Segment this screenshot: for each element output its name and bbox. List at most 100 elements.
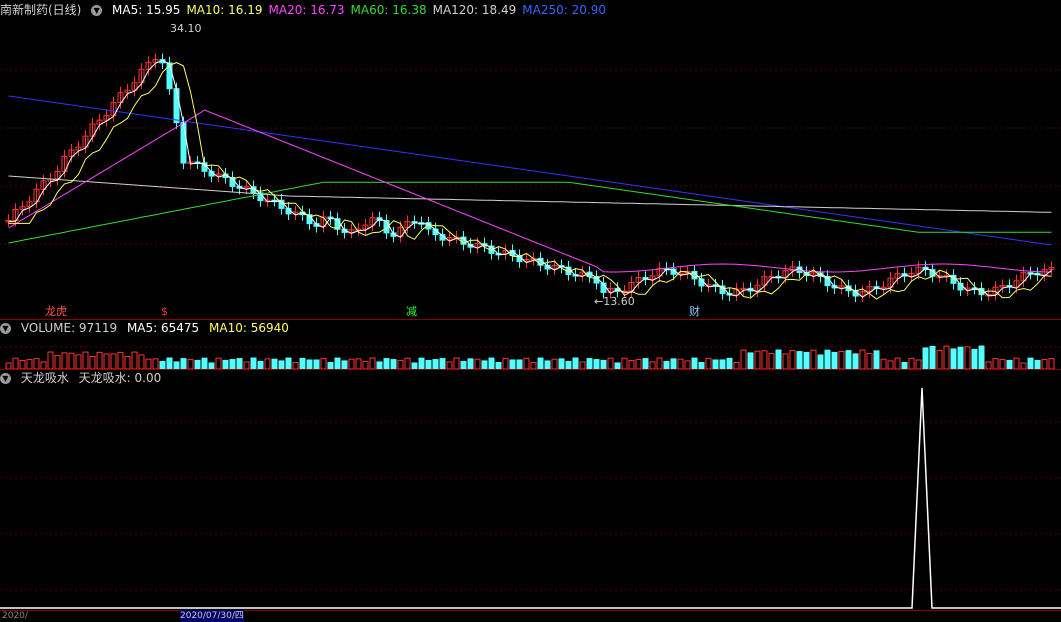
indicator-line bbox=[0, 387, 1061, 609]
volume-bar bbox=[677, 358, 684, 369]
collapse-volume-icon[interactable]: ▼ bbox=[0, 323, 11, 334]
volume-bar bbox=[243, 361, 250, 369]
candle-body bbox=[173, 88, 180, 124]
volume-bar bbox=[306, 359, 313, 369]
volume-bar bbox=[747, 352, 754, 369]
volume-bar bbox=[54, 354, 61, 369]
ma-legend-item: MA120: 18.49 bbox=[432, 3, 517, 17]
volume-bar bbox=[61, 352, 68, 369]
volume-bar bbox=[894, 357, 901, 369]
ma60-line bbox=[8, 181, 1052, 244]
volume-bar bbox=[47, 351, 54, 369]
volume-bar bbox=[404, 357, 411, 369]
volume-bar bbox=[12, 357, 19, 369]
volume-bar bbox=[215, 357, 222, 369]
volume-bar bbox=[138, 354, 145, 369]
volume-bar bbox=[299, 357, 306, 369]
volume-bar bbox=[19, 359, 26, 369]
volume-bar bbox=[999, 359, 1006, 369]
volume-bar bbox=[285, 357, 292, 369]
volume-bar bbox=[75, 354, 82, 369]
volume-bar bbox=[502, 357, 509, 369]
volume-bar bbox=[26, 359, 33, 369]
volume-bar bbox=[257, 360, 264, 369]
volume-bar bbox=[509, 359, 516, 369]
volume-bar bbox=[82, 351, 89, 369]
indicator-panel-header: ▼ 天龙吸水 天龙吸水: 0.00 bbox=[0, 370, 167, 386]
volume-bar bbox=[320, 357, 327, 369]
volume-bar bbox=[523, 357, 530, 369]
volume-bar bbox=[1006, 359, 1013, 369]
volume-bar bbox=[166, 357, 173, 369]
volume-bar bbox=[33, 358, 40, 369]
volume-bar bbox=[782, 353, 789, 369]
volume-bar bbox=[754, 350, 761, 369]
volume-bar bbox=[824, 349, 831, 369]
collapse-panel-icon[interactable]: ▼ bbox=[91, 5, 103, 16]
volume-bar bbox=[383, 358, 390, 369]
volume-bar bbox=[887, 360, 894, 369]
volume-bar bbox=[194, 359, 201, 369]
volume-bar bbox=[880, 358, 887, 369]
volume-bar bbox=[663, 360, 670, 369]
ma-legend-item: MA5: 15.95 bbox=[112, 3, 181, 17]
ma250-line bbox=[8, 95, 1052, 246]
indicator-value: 天龙吸水: 0.00 bbox=[78, 371, 162, 385]
volume-bar bbox=[236, 358, 243, 369]
volume-bar bbox=[859, 349, 866, 369]
volume-bar bbox=[159, 360, 166, 369]
volume-bar bbox=[572, 357, 579, 369]
volume-bar bbox=[607, 357, 614, 369]
volume-bar bbox=[719, 359, 726, 369]
volume-bar bbox=[68, 352, 75, 369]
volume-bar bbox=[642, 358, 649, 369]
volume-bar bbox=[852, 353, 859, 369]
volume-bar bbox=[313, 359, 320, 369]
volume-bar bbox=[460, 360, 467, 369]
ma20-line bbox=[8, 109, 1052, 273]
volume-bar bbox=[481, 360, 488, 369]
volume-bar bbox=[551, 358, 558, 369]
volume-bar bbox=[775, 349, 782, 369]
volume-bar bbox=[278, 360, 285, 369]
volume-bar bbox=[768, 352, 775, 369]
ma-legend-item: MA10: 16.19 bbox=[186, 3, 263, 17]
volume-bar bbox=[439, 358, 446, 369]
volume-bar bbox=[425, 359, 432, 369]
indicator-chart[interactable] bbox=[0, 386, 1061, 610]
volume-bar bbox=[474, 358, 481, 369]
low-price-label: ←13.60 bbox=[594, 295, 635, 308]
volume-bar bbox=[1027, 357, 1034, 369]
volume-bar bbox=[922, 347, 929, 369]
ma-legend-item: MA20: 16.73 bbox=[268, 3, 345, 17]
volume-bar bbox=[362, 360, 369, 369]
volume-bar bbox=[628, 359, 635, 369]
volume-bar bbox=[726, 357, 733, 369]
volume-bar bbox=[915, 359, 922, 369]
candlestick-chart[interactable]: 34.10 ←13.60 bbox=[0, 18, 1061, 318]
volume-bar bbox=[537, 357, 544, 369]
volume-bar bbox=[705, 357, 712, 369]
volume-bar bbox=[103, 353, 110, 369]
volume-bar bbox=[803, 351, 810, 369]
volume-bar bbox=[691, 357, 698, 369]
volume-bar bbox=[621, 357, 628, 369]
volume-bar bbox=[432, 359, 439, 369]
volume-ma10: MA10: 56940 bbox=[209, 321, 289, 335]
volume-bar bbox=[40, 361, 47, 369]
volume-value: VOLUME: 97119 bbox=[20, 321, 118, 335]
volume-chart[interactable] bbox=[0, 337, 1061, 369]
volume-bar bbox=[943, 345, 950, 369]
finance-badge[interactable]: 财 bbox=[688, 305, 701, 318]
volume-bar bbox=[369, 357, 376, 369]
reduce-badge[interactable]: 减 bbox=[405, 305, 418, 318]
volume-bar bbox=[845, 350, 852, 369]
dragon-tiger-badge[interactable]: 龙虎 bbox=[44, 305, 68, 318]
volume-bar bbox=[565, 360, 572, 369]
volume-bar bbox=[418, 357, 425, 369]
dividend-badge[interactable]: $ bbox=[160, 305, 169, 318]
ma-legend-item: MA60: 16.38 bbox=[350, 3, 427, 17]
volume-bar bbox=[229, 359, 236, 369]
collapse-indicator-icon[interactable]: ▼ bbox=[0, 373, 11, 384]
volume-bar bbox=[838, 351, 845, 369]
